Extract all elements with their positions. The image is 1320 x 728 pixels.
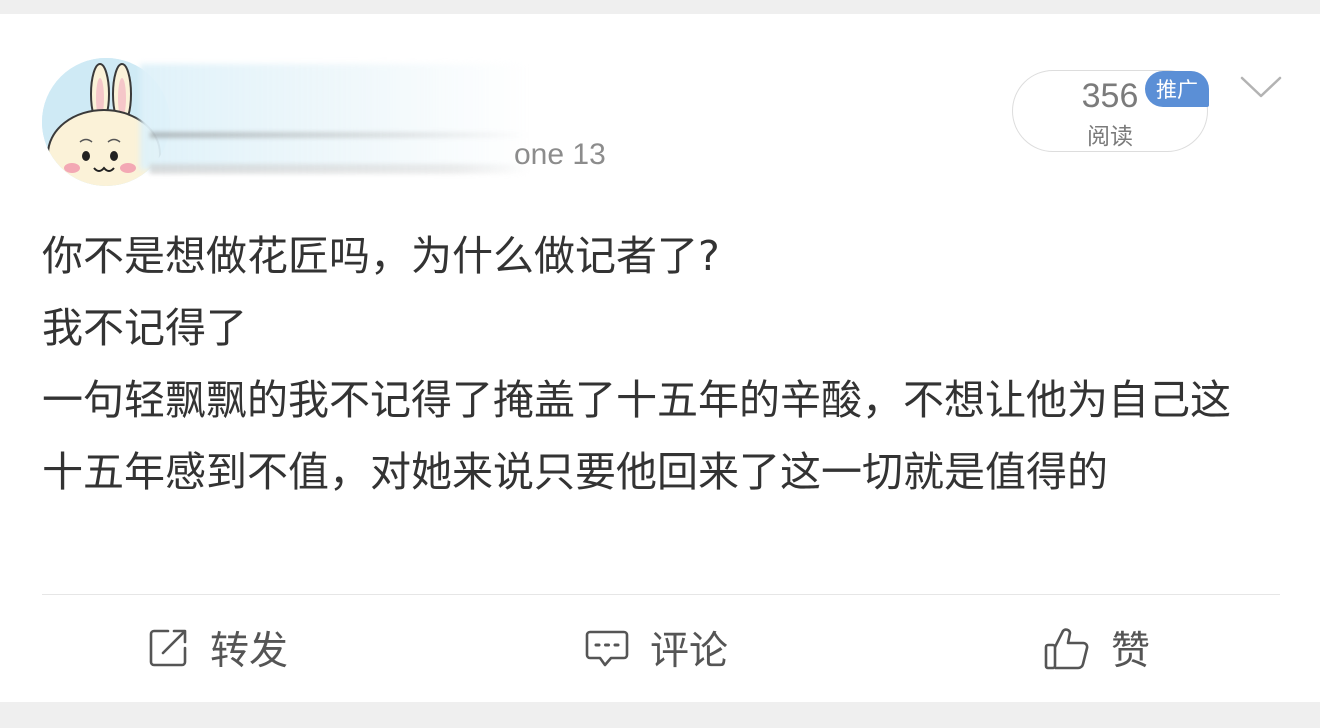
obscured-username-stroke xyxy=(150,132,530,138)
chevron-down-icon[interactable] xyxy=(1238,72,1284,102)
comment-icon xyxy=(584,626,630,670)
post-content: 你不是想做花匠吗，为什么做记者了? 我不记得了 一句轻飘飘的我不记得了掩盖了十五… xyxy=(42,220,1242,508)
thumbs-up-icon xyxy=(1043,625,1091,671)
like-label: 赞 xyxy=(1111,629,1151,674)
post-line: 我不记得了 xyxy=(42,304,247,352)
repost-icon xyxy=(146,626,190,670)
obscured-meta-stroke xyxy=(150,164,530,174)
promo-badge: 推广 xyxy=(1145,71,1209,107)
divider xyxy=(42,594,1280,595)
device-source: one 13 xyxy=(514,138,606,171)
post-line: 你不是想做花匠吗，为什么做记者了? xyxy=(42,232,720,280)
post-card: one 13 356 阅读 推广 你不是想做花匠吗，为什么做记者了? 我不记得了… xyxy=(0,14,1320,702)
like-button[interactable]: 赞 xyxy=(1043,619,1150,677)
post-line: 一句轻飘飘的我不记得了掩盖了十五年的辛酸，不想让他为自己这十五年感到不值，对她来… xyxy=(42,376,1231,496)
comment-label: 评论 xyxy=(650,629,729,674)
bottom-separator xyxy=(0,702,1320,728)
obscured-username xyxy=(140,64,530,170)
repost-button[interactable]: 转发 xyxy=(146,619,288,677)
comment-button[interactable]: 评论 xyxy=(584,619,728,677)
repost-label: 转发 xyxy=(210,629,289,674)
read-label: 阅读 xyxy=(1087,124,1133,150)
